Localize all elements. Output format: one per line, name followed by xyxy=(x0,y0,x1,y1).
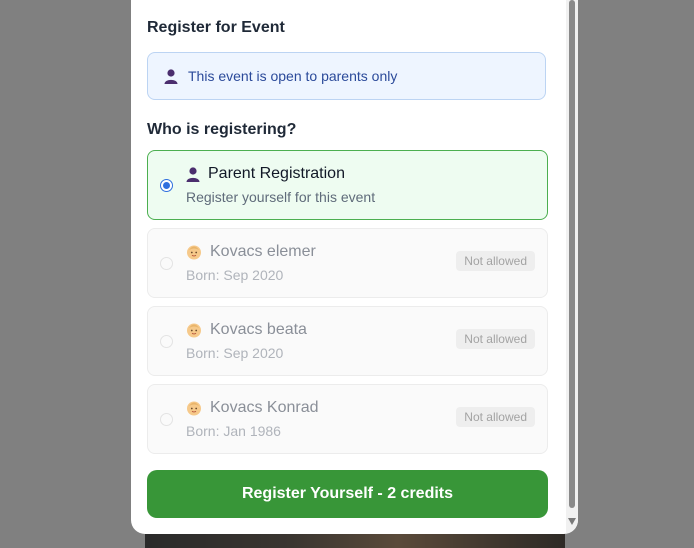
modal-title: Register for Event xyxy=(147,19,285,36)
option-subtext: Born: Sep 2020 xyxy=(186,345,284,361)
baby-icon xyxy=(187,245,201,260)
radio-button xyxy=(160,335,173,348)
not-allowed-badge: Not allowed xyxy=(456,407,535,427)
option-child: Kovacs elemer Born: Sep 2020 Not allowed xyxy=(147,228,548,298)
option-subtext: Born: Sep 2020 xyxy=(186,267,284,283)
radio-button xyxy=(160,257,173,270)
scroll-down-arrow-icon[interactable] xyxy=(568,518,576,525)
option-name: Parent Registration xyxy=(208,165,345,182)
option-child: Kovacs beata Born: Sep 2020 Not allowed xyxy=(147,306,548,376)
scrollbar[interactable] xyxy=(566,0,578,534)
register-button[interactable]: Register Yourself - 2 credits xyxy=(147,470,548,518)
baby-icon xyxy=(187,401,201,416)
option-parent-registration[interactable]: Parent Registration Register yourself fo… xyxy=(147,150,548,220)
person-icon xyxy=(186,166,200,182)
registration-modal: Register for Event This event is open to… xyxy=(131,0,578,534)
radio-button[interactable] xyxy=(160,179,173,192)
scroll-thumb[interactable] xyxy=(569,0,575,508)
option-name: Kovacs elemer xyxy=(210,243,316,260)
option-subtext: Born: Jan 1986 xyxy=(186,423,281,439)
not-allowed-badge: Not allowed xyxy=(456,329,535,349)
baby-icon xyxy=(187,323,201,338)
info-text: This event is open to parents only xyxy=(188,68,398,84)
option-name: Kovacs beata xyxy=(210,321,307,338)
info-banner: This event is open to parents only xyxy=(147,52,546,100)
radio-button xyxy=(160,413,173,426)
not-allowed-badge: Not allowed xyxy=(456,251,535,271)
person-icon xyxy=(164,68,178,84)
option-child: Kovacs Konrad Born: Jan 1986 Not allowed xyxy=(147,384,548,454)
section-subtitle: Who is registering? xyxy=(147,121,297,138)
option-name: Kovacs Konrad xyxy=(210,399,319,416)
option-subtext: Register yourself for this event xyxy=(186,189,376,205)
